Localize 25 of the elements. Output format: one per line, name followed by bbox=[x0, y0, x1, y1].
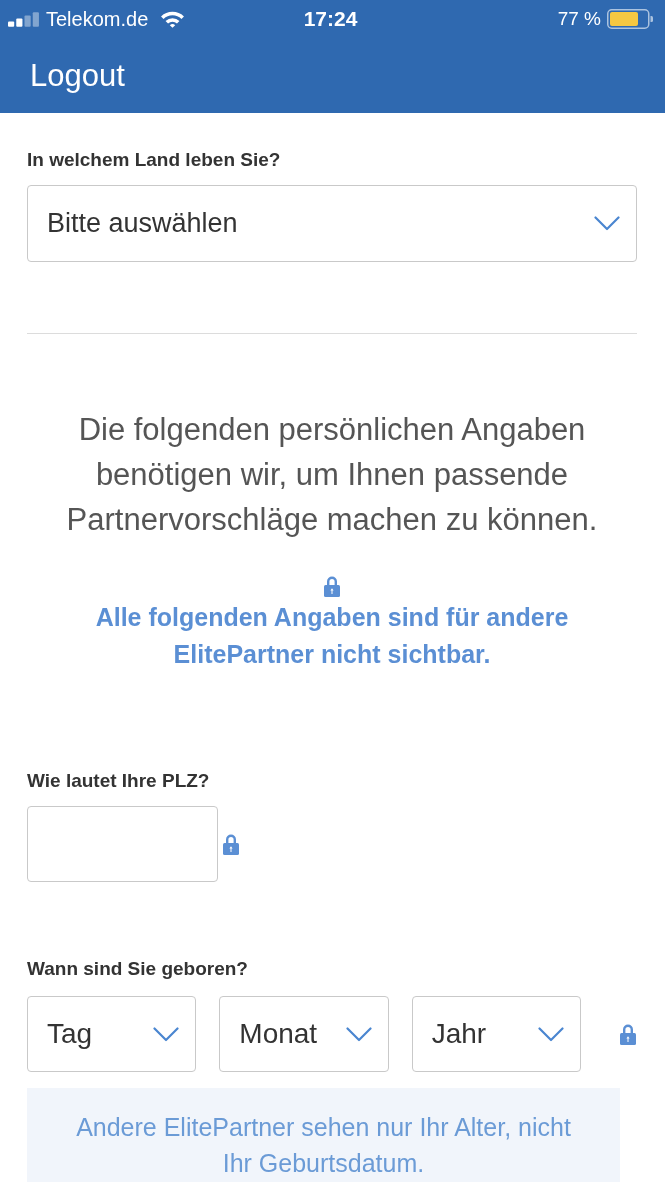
status-time: 17:24 bbox=[303, 7, 358, 31]
battery-icon bbox=[607, 9, 653, 29]
signal-icon bbox=[8, 11, 41, 27]
country-select[interactable]: Bitte auswählen bbox=[27, 185, 637, 262]
chevron-down-icon bbox=[594, 216, 620, 231]
date-select[interactable]: Tag bbox=[27, 996, 197, 1072]
lock-icon bbox=[222, 833, 240, 855]
wifi-icon bbox=[160, 10, 186, 28]
chevron-down-icon bbox=[153, 1026, 180, 1042]
field-label: Wann sind Sie geboren? bbox=[27, 957, 249, 981]
birth-date-note: Andere ElitePartner sehen nur Ihr Alter, nicht Ihr Geburtsdatum. bbox=[27, 1088, 620, 1182]
intro-text: Die folgenden persönlichen Angaben benötigen wir, um Ihnen passende Partnervorschläge machen zu können. bbox=[65, 411, 599, 539]
chevron-down-icon bbox=[345, 1026, 372, 1042]
date-select[interactable]: Monat bbox=[219, 996, 389, 1072]
privacy-note: Alle folgenden Angaben sind für andere ElitePartner nicht sichtbar. bbox=[94, 602, 570, 670]
battery-percentage: 77 % bbox=[557, 8, 601, 30]
carrier-name: Telekom.de bbox=[46, 7, 149, 31]
chevron-down-icon bbox=[538, 1026, 564, 1042]
logout-button[interactable]: Logout bbox=[30, 57, 125, 94]
postal-code-field[interactable] bbox=[27, 806, 218, 882]
field-label: Wie lautet Ihre PLZ? bbox=[27, 769, 211, 793]
lock-icon bbox=[619, 1023, 637, 1045]
lock-icon bbox=[323, 575, 341, 597]
field-label: In welchem Land leben Sie? bbox=[27, 148, 282, 172]
date-select[interactable]: Jahr bbox=[411, 996, 581, 1072]
